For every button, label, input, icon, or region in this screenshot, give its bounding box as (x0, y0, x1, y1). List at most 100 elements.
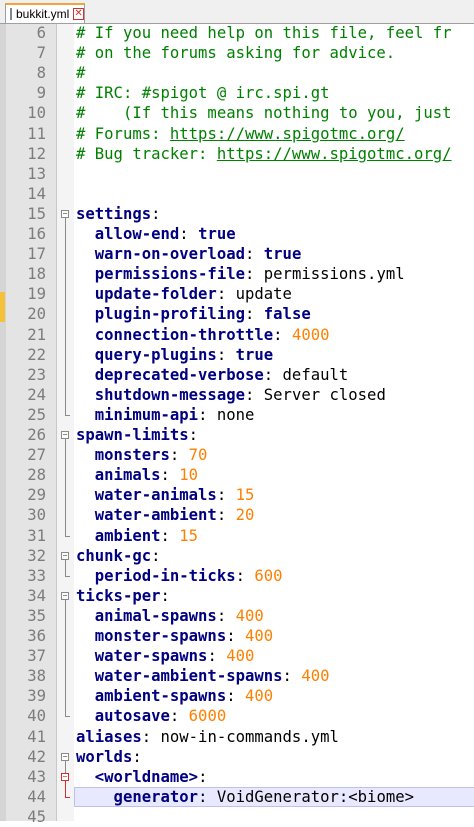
line-number: 14 (27, 184, 46, 203)
token-num: 15 (235, 486, 255, 505)
fold-toggle-icon[interactable]: − (61, 431, 69, 439)
code-line[interactable]: 31 ambient: 15 (0, 526, 474, 546)
fold-range-line (65, 439, 66, 536)
line-number: 6 (36, 24, 46, 42)
close-icon[interactable]: ✕ (73, 8, 84, 20)
code-line[interactable]: 20 plugin-profiling: false (0, 304, 474, 324)
line-number: 21 (27, 325, 46, 344)
line-number: 37 (27, 647, 46, 666)
token-colon: : (263, 365, 283, 384)
code-line[interactable]: 22 query-plugins: true (0, 345, 474, 365)
code-line[interactable]: 18 permissions-file: permissions.yml (0, 264, 474, 284)
token-bool: true (263, 245, 302, 264)
token-comment: # If you need help on this file, feel fr (76, 24, 452, 42)
code-line[interactable]: 38 water-ambient-spawns: 400 (0, 666, 474, 686)
line-number: 10 (27, 104, 46, 123)
token-link[interactable]: https://www.spigotmc.org/ (170, 125, 405, 143)
token-num: 400 (226, 647, 255, 666)
code-line[interactable]: 29 water-animals: 15 (0, 485, 474, 505)
token-colon: : (235, 566, 255, 585)
code-line[interactable]: 30 water-ambient: 20 (0, 505, 474, 525)
code-line[interactable]: 42 worlds: (0, 747, 474, 767)
token-str: default (282, 365, 349, 384)
token-colon: : (226, 687, 245, 706)
token-comment: # on the forums asking for advice. (76, 44, 396, 63)
code-line[interactable]: 11 # Forums: https://www.spigotmc.org/ (0, 124, 474, 144)
fold-toggle-icon[interactable]: − (61, 551, 69, 560)
token-key: permissions-file (76, 265, 245, 284)
code-line[interactable]: 26 spawn-limits: (0, 425, 474, 445)
code-line[interactable]: 45 (0, 807, 474, 827)
line-number: 15 (27, 204, 46, 223)
token-colon: : (169, 707, 189, 726)
line-text: <worldname>: (76, 767, 208, 787)
token-bool: false (263, 305, 311, 324)
line-text: monsters: 70 (76, 445, 208, 465)
code-line[interactable]: 14 (0, 184, 474, 204)
code-line[interactable]: 33 period-in-ticks: 600 (0, 566, 474, 586)
code-line[interactable]: 43 <worldname>: (0, 767, 474, 787)
token-colon: : (198, 787, 217, 806)
token-colon: : (282, 667, 302, 686)
line-text: warn-on-overload: true (76, 244, 302, 264)
line-text: spawn-limits: (76, 425, 198, 445)
line-text: water-ambient-spawns: 400 (76, 666, 330, 686)
token-num: 400 (245, 627, 274, 645)
line-text: settings: (76, 204, 161, 224)
code-line[interactable]: 9 # IRC: #spigot @ irc.spi.gt (0, 83, 474, 103)
line-number: 8 (36, 64, 46, 83)
fold-toggle-icon[interactable]: − (61, 772, 69, 781)
fold-toggle-icon[interactable]: − (61, 591, 69, 600)
code-line[interactable]: 12 # Bug tracker: https://www.spigotmc.or… (0, 144, 474, 164)
token-colon: : (179, 225, 199, 243)
line-text: # Forums: https://www.spigotmc.org/ (76, 124, 405, 144)
line-number: 26 (27, 426, 46, 444)
code-line[interactable]: 8 # (0, 63, 474, 83)
code-line[interactable]: 39 ambient-spawns: 400 (0, 686, 474, 706)
line-text: update-folder: update (76, 284, 292, 304)
code-line[interactable]: 15 settings: (0, 204, 474, 224)
code-line[interactable]: 6 # If you need help on this file, feel f… (0, 23, 474, 43)
code-line[interactable]: 21 connection-throttle: 4000 (0, 325, 474, 345)
code-line[interactable]: 36 monster-spawns: 400 (0, 626, 474, 646)
token-comment: # Forums: (76, 124, 170, 143)
line-number: 42 (27, 747, 46, 766)
token-num: 10 (179, 466, 199, 485)
code-line[interactable]: 27 monsters: 70 (0, 445, 474, 465)
token-link[interactable]: https://www.spigotmc.org/ (217, 145, 452, 163)
line-number: 45 (27, 807, 46, 826)
code-line[interactable]: 13 (0, 164, 474, 184)
token-colon: : (160, 586, 170, 605)
code-line[interactable]: 32 chunk-gc: (0, 546, 474, 566)
token-key: aliases (76, 727, 142, 746)
code-line[interactable]: 7 # on the forums asking for advice. (0, 43, 474, 63)
fold-toggle-icon[interactable]: − (61, 752, 69, 761)
token-colon: : (160, 526, 180, 545)
code-line[interactable]: 40 autosave: 6000 (0, 706, 474, 726)
tab-bukkit-yml[interactable]: bukkit.yml ✕ (5, 3, 85, 23)
token-str: permissions.yml (263, 265, 405, 284)
token-key: allow-end (76, 225, 180, 243)
code-line[interactable]: 23 deprecated-verbose: default (0, 365, 474, 385)
code-line[interactable]: 28 animals: 10 (0, 465, 474, 485)
code-line[interactable]: 17 warn-on-overload: true (0, 244, 474, 264)
token-str: none (216, 405, 255, 424)
line-number: 16 (27, 225, 46, 243)
code-line[interactable]: 10 # (If this means nothing to you, just (0, 103, 474, 123)
token-bool: true (235, 345, 274, 364)
code-line[interactable]: 41 aliases: now-in-commands.yml (0, 727, 474, 747)
code-line[interactable]: 19 update-folder: update (0, 284, 474, 304)
fold-end-marker (65, 535, 70, 537)
code-line[interactable]: 24 shutdown-message: Server closed (0, 385, 474, 405)
code-line[interactable]: 16 allow-end: true (0, 224, 474, 244)
line-number: 20 (27, 305, 46, 324)
code-line[interactable]: 25 minimum-api: none (0, 405, 474, 425)
line-text: # If you need help on this file, feel fr (76, 23, 452, 43)
code-line[interactable]: 37 water-spawns: 400 (0, 646, 474, 666)
code-line[interactable]: 34 ticks-per: (0, 586, 474, 606)
token-str: VoidGenerator:<biome> (216, 787, 414, 806)
fold-toggle-icon[interactable]: − (61, 209, 69, 218)
token-colon: : (245, 265, 264, 284)
code-line[interactable]: 35 animal-spawns: 400 (0, 606, 474, 626)
code-line[interactable]: 44 generator: VoidGenerator:<biome> (0, 786, 474, 807)
